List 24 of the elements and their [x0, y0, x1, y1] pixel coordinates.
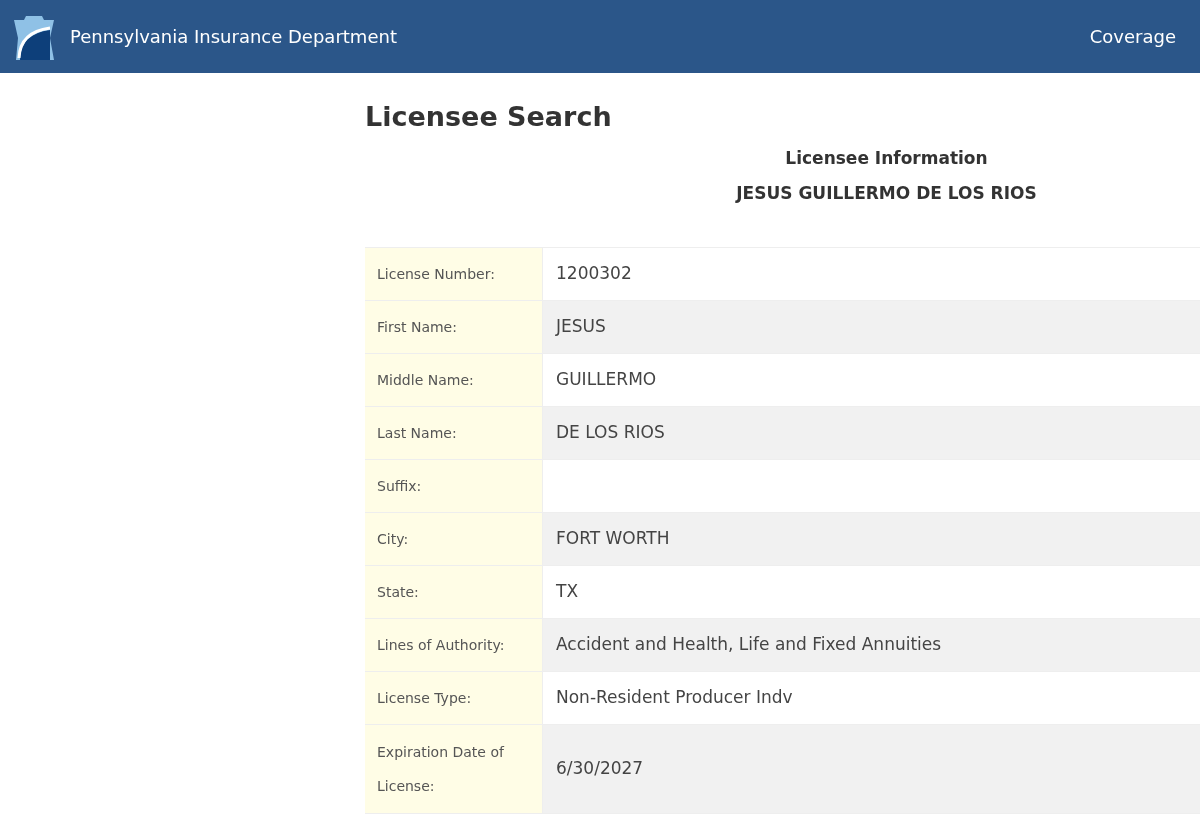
- field-label: Suffix:: [365, 459, 543, 512]
- site-title[interactable]: Pennsylvania Insurance Department: [70, 23, 397, 50]
- field-value: JESUS: [556, 314, 606, 338]
- field-label: Expiration Date of License:: [365, 724, 543, 813]
- field-value: FORT WORTH: [556, 526, 670, 550]
- field-label: State:: [365, 565, 543, 618]
- field-value: 1200302: [556, 261, 632, 285]
- field-value: Non-Resident Producer Indv: [556, 685, 793, 709]
- field-label: License Number:: [365, 247, 543, 300]
- field-label: City:: [365, 512, 543, 565]
- field-label: Lines of Authority:: [365, 618, 543, 671]
- field-value: 6/30/2027: [556, 756, 644, 780]
- field-value: TX: [556, 579, 579, 603]
- field-label: License Type:: [365, 671, 543, 724]
- section-title: Licensee Information: [785, 146, 988, 170]
- field-label: Middle Name:: [365, 353, 543, 406]
- field-value: DE LOS RIOS: [556, 420, 665, 444]
- field-value: Accident and Health, Life and Fixed Annuities: [556, 632, 942, 656]
- page-title: Licensee Search: [365, 100, 613, 134]
- licensee-name: JESUS GUILLERMO DE LOS RIOS: [736, 182, 1037, 205]
- field-value: GUILLERMO: [556, 367, 657, 391]
- field-label: Last Name:: [365, 406, 543, 459]
- field-label: First Name:: [365, 300, 543, 353]
- nav-link[interactable]: Coverage: [1089, 23, 1176, 50]
